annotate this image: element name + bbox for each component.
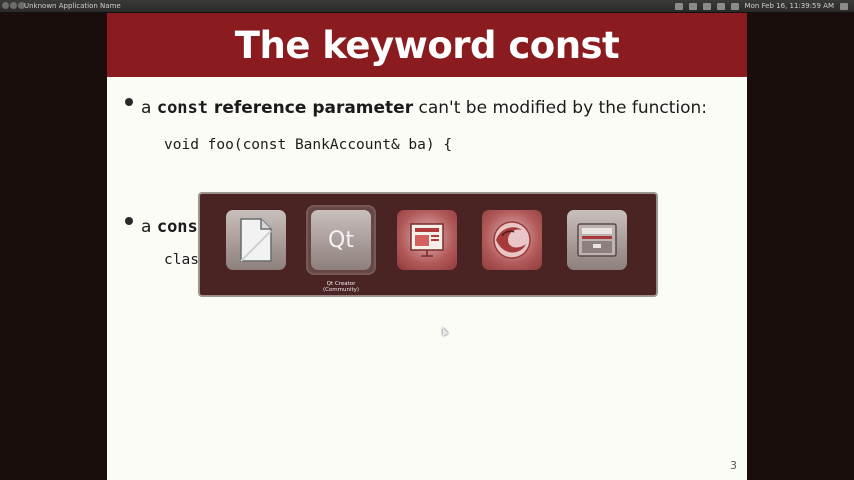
libreoffice-icon [226, 210, 286, 270]
app-switcher: Qt Qt Creator (Community) [199, 193, 657, 296]
bullet-code-word: const [156, 98, 209, 118]
impress-presentation-icon [397, 210, 457, 270]
files-drawer-icon [567, 210, 627, 270]
code-line: void foo(const BankAccount& ba) { [164, 137, 453, 153]
clock[interactable]: Mon Feb 16, 11:39:59 AM [745, 0, 834, 12]
top-panel: Unknown Application Name Mon Feb 16, 11:… [0, 0, 854, 13]
slide-title: The keyword const [234, 23, 620, 67]
switcher-item-firefox[interactable] [479, 207, 545, 273]
window-controls[interactable] [2, 2, 26, 21]
qt-logo-text: Qt [328, 227, 354, 253]
bluetooth-icon[interactable] [702, 2, 711, 10]
qt-creator-icon: Qt [311, 210, 371, 270]
settings-gear-icon[interactable] [840, 2, 848, 10]
bullet-bold-text: reference parameter [208, 98, 414, 118]
firefox-icon [482, 210, 542, 270]
bullet-const-reference: a const reference parameter can't be mod… [125, 98, 707, 118]
switcher-item-files[interactable] [564, 207, 630, 273]
minimize-window-button[interactable] [10, 2, 17, 9]
bullet-icon [125, 98, 133, 106]
switcher-item-qt-creator[interactable]: Qt [308, 207, 374, 273]
network-icon[interactable] [674, 2, 683, 10]
selected-app-label: Qt Creator (Community) [322, 281, 360, 293]
switcher-item-impress[interactable] [394, 207, 460, 273]
bullet-text: a [141, 217, 157, 237]
slide-title-bar: The keyword const [107, 13, 747, 77]
switcher-item-libreoffice[interactable] [223, 207, 289, 273]
battery-icon[interactable] [716, 2, 725, 10]
bullet-const-member: a cons [125, 217, 198, 237]
bullet-text: can't be modified by the function: [413, 98, 708, 118]
close-window-button[interactable] [2, 2, 9, 9]
bullet-text: a [141, 98, 157, 118]
volume-icon[interactable] [730, 2, 739, 10]
page-number: 3 [730, 459, 737, 472]
bullet-code-word: cons [156, 217, 198, 237]
system-tray: Mon Feb 16, 11:39:59 AM [674, 0, 848, 12]
active-app-name: Unknown Application Name [24, 2, 121, 10]
bullet-icon [125, 217, 133, 225]
code-line: clas [164, 252, 199, 268]
keyboard-icon[interactable] [688, 2, 697, 10]
